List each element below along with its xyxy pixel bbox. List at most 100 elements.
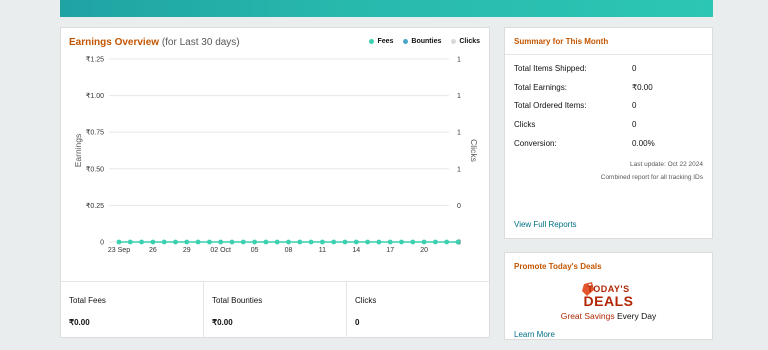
summary-row-total-earnings: Total Earnings: ₹0.00: [514, 83, 653, 93]
total-fees: Total Fees ₹0.00: [61, 282, 204, 338]
y-axis-title-left: Earnings: [73, 134, 83, 168]
summary-row-label: Conversion:: [514, 139, 557, 148]
fees-data-point: [320, 239, 325, 245]
deals-tagline-highlight: Great Savings: [560, 311, 615, 321]
fees-data-point: [297, 239, 303, 245]
learn-more-link[interactable]: Learn More: [514, 330, 555, 339]
y-tick-left: ₹1.00: [86, 92, 104, 100]
fees-data-point: [263, 239, 269, 245]
x-tick-label: 05: [251, 247, 259, 254]
fees-data-point: [308, 239, 314, 245]
fees-data-point: [207, 239, 212, 245]
totals-row: Total Fees ₹0.00 Total Bounties ₹0.00 Cl…: [61, 281, 489, 338]
fees-data-point: [455, 239, 461, 245]
legend-bounties-label: Bounties: [411, 38, 442, 45]
fees-data-point: [127, 239, 133, 245]
fees-data-point: [240, 239, 246, 245]
legend-bounties-marker: [403, 39, 409, 44]
overview-subtitle: (for Last 30 days): [161, 37, 240, 48]
fees-data-point: [116, 239, 122, 245]
summary-row-conversion: Conversion: 0.00%: [514, 139, 655, 149]
fees-data-point: [218, 239, 224, 245]
fees-data-point: [286, 239, 291, 245]
y-tick-left: ₹0.50: [86, 165, 104, 173]
view-full-reports-link[interactable]: View Full Reports: [514, 220, 577, 229]
x-tick-label: 26: [149, 247, 157, 254]
x-tick-label: 20: [420, 247, 428, 254]
fees-data-point: [274, 239, 280, 245]
y-tick-right: 0: [457, 203, 461, 210]
fees-data-point: [410, 239, 416, 245]
overview-title: Earnings Overview: [69, 37, 160, 48]
fees-data-point: [331, 239, 337, 245]
x-tick-label: 08: [285, 247, 293, 254]
x-tick-label: 02 Oct: [210, 247, 231, 254]
last-update-text: Last update: Oct 22 2024: [630, 161, 703, 168]
x-tick-label: 17: [386, 247, 394, 254]
summary-row-clicks: Clicks 0: [514, 120, 636, 130]
y-tick-left: ₹0.25: [86, 202, 104, 210]
fees-data-point: [161, 239, 167, 245]
promo-title: Promote Today's Deals: [514, 262, 602, 271]
y-tick-right: 1: [457, 57, 461, 64]
fees-data-point: [184, 239, 190, 245]
legend-fees-marker: [369, 39, 375, 44]
fees-data-point: [229, 239, 235, 245]
legend-clicks-label: Clicks: [459, 38, 480, 45]
legend-fees[interactable]: Fees: [369, 38, 393, 45]
fees-data-point: [399, 239, 404, 245]
total-bounties-label: Total Bounties: [212, 296, 263, 305]
y-tick-left: ₹0.75: [86, 129, 104, 137]
x-tick-label: 14: [352, 247, 360, 254]
todays-deals-logo[interactable]: TODAY'S DEALS Great Savings Every Day: [505, 285, 712, 322]
fees-data-point: [342, 239, 348, 245]
fees-data-point: [387, 239, 393, 245]
fees-data-point: [150, 239, 156, 245]
top-banner: [60, 0, 713, 17]
summary-row-label: Clicks: [514, 120, 536, 129]
fees-data-point: [353, 239, 359, 245]
summary-divider: [505, 54, 712, 55]
total-fees-label: Total Fees: [69, 296, 106, 305]
chart-legend: Fees Bounties Clicks: [369, 38, 480, 45]
fees-data-point: [365, 239, 370, 245]
summary-row-label: Total Earnings:: [514, 83, 567, 92]
fees-data-point: [376, 239, 382, 245]
legend-clicks[interactable]: Clicks: [451, 38, 480, 45]
fees-data-point: [139, 239, 144, 245]
x-tick-label: 23 Sep: [108, 247, 130, 254]
summary-row-value: ₹0.00: [632, 83, 653, 92]
y-axis-title-right: Clicks: [469, 139, 479, 162]
fees-data-point: [433, 239, 438, 245]
total-clicks-value: 0: [355, 318, 360, 327]
legend-bounties[interactable]: Bounties: [403, 38, 441, 45]
total-bounties: Total Bounties ₹0.00: [204, 282, 347, 338]
legend-clicks-marker: [451, 39, 457, 44]
deals-tagline-rest: Every Day: [614, 311, 657, 321]
earnings-chart: ₹1.251₹1.001₹0.751₹0.501₹0.25000Earnings…: [73, 56, 479, 255]
y-tick-right: 1: [457, 166, 461, 173]
summary-row-label: Total Items Shipped:: [514, 64, 587, 73]
promote-deals-card: Promote Today's Deals TODAY'S DEALS Grea…: [504, 252, 713, 340]
summary-row-value: 0.00%: [632, 139, 655, 148]
y-tick-left: ₹1.25: [86, 56, 104, 64]
legend-fees-label: Fees: [377, 38, 394, 45]
total-clicks-label: Clicks: [355, 296, 377, 305]
summary-row-items-shipped: Total Items Shipped: 0: [514, 64, 636, 74]
fees-data-point: [444, 239, 450, 245]
fees-data-point: [195, 239, 201, 245]
x-tick-label: 29: [183, 247, 191, 254]
y-tick-right: 1: [457, 93, 461, 100]
fees-data-point: [252, 239, 257, 245]
x-tick-label: 11: [319, 247, 326, 254]
total-clicks: Clicks 0: [347, 282, 489, 338]
deals-logo-line2: DEALS: [583, 293, 634, 309]
y-tick-left: 0: [100, 240, 104, 247]
monthly-summary-card: Summary for This Month Total Items Shipp…: [504, 27, 713, 239]
y-tick-right: 1: [457, 130, 461, 137]
total-bounties-value: ₹0.00: [212, 318, 233, 327]
summary-row-value: 0: [632, 101, 637, 110]
total-fees-value: ₹0.00: [69, 318, 90, 327]
fees-data-point: [173, 239, 178, 245]
fees-data-point: [421, 239, 427, 245]
